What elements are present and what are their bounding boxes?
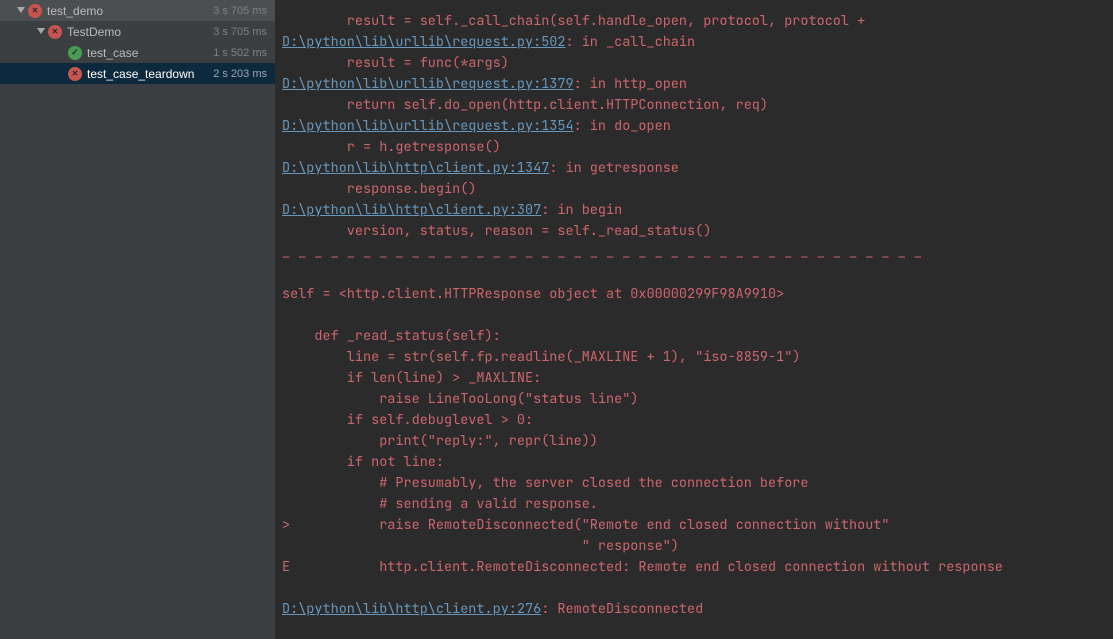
traceback-context: : in _call_chain [566,33,696,51]
console-line: if len(line) > _MAXLINE: [282,369,541,387]
console-line: # sending a valid response. [282,495,598,513]
console-line: self = <http.client.HTTPResponse object … [282,285,784,303]
traceback-context: : in do_open [574,117,671,135]
tree-item-duration: 1 s 502 ms [213,47,267,59]
console-output: D:\python\lib\urllib\request.py:542: in … [282,0,1107,620]
console-line: raise LineTooLong("status line") [282,390,638,408]
console-line: E http.client.RemoteDisconnected: Remote… [282,558,1003,576]
tree-item-duration: 3 s 705 ms [213,5,267,17]
console-line: r = h.getresponse() [282,138,501,156]
console-panel[interactable]: D:\python\lib\urllib\request.py:542: in … [276,0,1113,639]
tree-item-label: TestDemo [67,25,207,39]
tree-item-label: test_case_teardown [87,67,207,81]
tree-row-TestDemo[interactable]: TestDemo 3 s 705 ms [0,21,275,42]
console-line: response.begin() [282,180,476,198]
traceback-context: : RemoteDisconnected [541,600,703,618]
console-line: > raise RemoteDisconnected("Remote end c… [282,516,890,534]
expand-arrow-icon[interactable] [36,28,46,36]
tree-row-test-demo[interactable]: test_demo 3 s 705 ms [0,0,275,21]
test-tree-panel: test_demo3 s 705 msTestDemo3 s 705 mstes… [0,0,276,639]
console-line: result = self._call_chain(self.handle_op… [282,12,865,30]
traceback-context: : in getresponse [549,159,679,177]
console-line: result = func(*args) [282,54,509,72]
tree-item-duration: 3 s 705 ms [213,26,267,38]
traceback-file-link[interactable]: D:\python\lib\http\client.py:307 [282,201,541,219]
tree-item-label: test_demo [47,4,207,18]
traceback-context: : in http_open [574,75,687,93]
traceback-file-link[interactable]: D:\python\lib\urllib\request.py:502 [282,33,566,51]
test-tree[interactable]: test_demo3 s 705 msTestDemo3 s 705 mstes… [0,0,275,84]
console-line: if self.debuglevel > 0: [282,411,533,429]
console-line: line = str(self.fp.readline(_MAXLINE + 1… [282,348,800,366]
tree-row-test-case-teardown[interactable]: test_case_teardown 2 s 203 ms [0,63,275,84]
console-line: print("reply:", repr(line)) [282,432,598,450]
fail-icon [48,25,62,39]
tree-row-test-case[interactable]: test_case 1 s 502 ms [0,42,275,63]
console-line: def _read_status(self): [282,327,501,345]
pass-icon [68,46,82,60]
console-line: version, status, reason = self._read_sta… [282,222,711,240]
fail-icon [28,4,42,18]
console-line: _ _ _ _ _ _ _ _ _ _ _ _ _ _ _ _ _ _ _ _ … [282,243,922,261]
traceback-file-link[interactable]: D:\python\lib\urllib\request.py:1379 [282,75,574,93]
expand-arrow-icon[interactable] [16,7,26,15]
console-line: return self.do_open(http.client.HTTPConn… [282,96,768,114]
traceback-file-link[interactable]: D:\python\lib\http\client.py:276 [282,600,541,618]
traceback-context: : in begin [541,201,622,219]
console-line: # Presumably, the server closed the conn… [282,474,809,492]
fail-icon [68,67,82,81]
console-line: if not line: [282,453,444,471]
tree-item-label: test_case [87,46,207,60]
console-line: " response") [282,537,679,555]
tree-item-duration: 2 s 203 ms [213,68,267,80]
traceback-file-link[interactable]: D:\python\lib\urllib\request.py:1354 [282,117,574,135]
traceback-file-link[interactable]: D:\python\lib\http\client.py:1347 [282,159,549,177]
